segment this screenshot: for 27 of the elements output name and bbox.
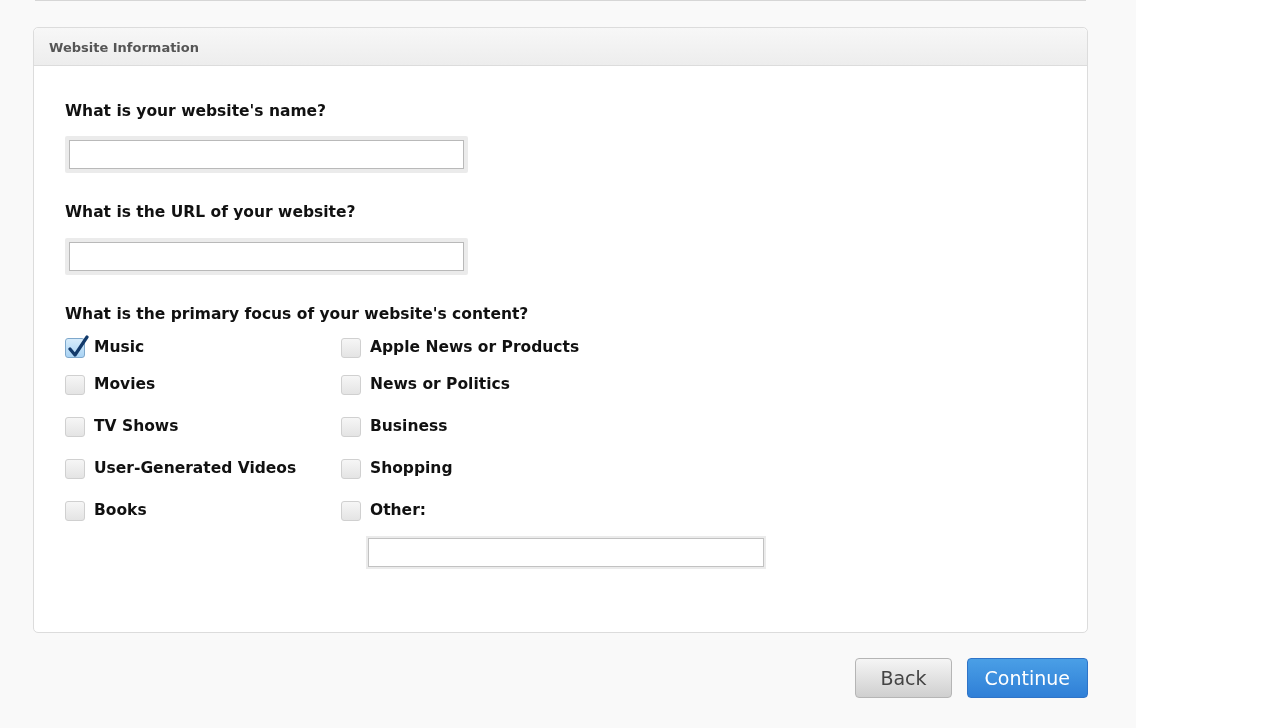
checkbox[interactable] [341, 337, 361, 358]
checkbox-label[interactable]: Movies [94, 373, 156, 397]
checkbox-label[interactable]: User-Generated Videos [94, 457, 297, 481]
text-field[interactable] [65, 136, 468, 174]
checkbox[interactable] [65, 416, 85, 437]
checkbox-label[interactable]: Music [94, 336, 145, 360]
checkbox-label[interactable]: Shopping [370, 457, 453, 481]
checkbox[interactable] [341, 416, 361, 437]
question-label: What is your website's name? [65, 101, 328, 122]
checkbox-label[interactable]: Business [370, 415, 448, 439]
question-label: What is the primary focus of your website's content? [65, 303, 530, 325]
checkbox[interactable] [341, 458, 361, 479]
text-field[interactable] [65, 237, 468, 275]
panel-title: Website Information [34, 28, 1087, 66]
question-label: What is the URL of your website? [65, 202, 357, 224]
checkbox[interactable] [341, 374, 361, 395]
back-button[interactable]: Back [855, 658, 952, 698]
checkbox-label[interactable]: Books [94, 499, 147, 523]
checkbox-label[interactable]: News or Politics [370, 373, 510, 397]
other-text-field[interactable] [366, 535, 766, 569]
checkbox[interactable] [341, 500, 361, 521]
checkbox-label[interactable]: Apple News or Products [370, 336, 580, 360]
checkbox-label[interactable]: Other: [370, 499, 426, 523]
checkbox-label[interactable]: TV Shows [94, 415, 179, 439]
checkbox[interactable] [65, 500, 85, 521]
checkbox[interactable] [65, 458, 85, 479]
checkbox[interactable] [65, 374, 85, 395]
